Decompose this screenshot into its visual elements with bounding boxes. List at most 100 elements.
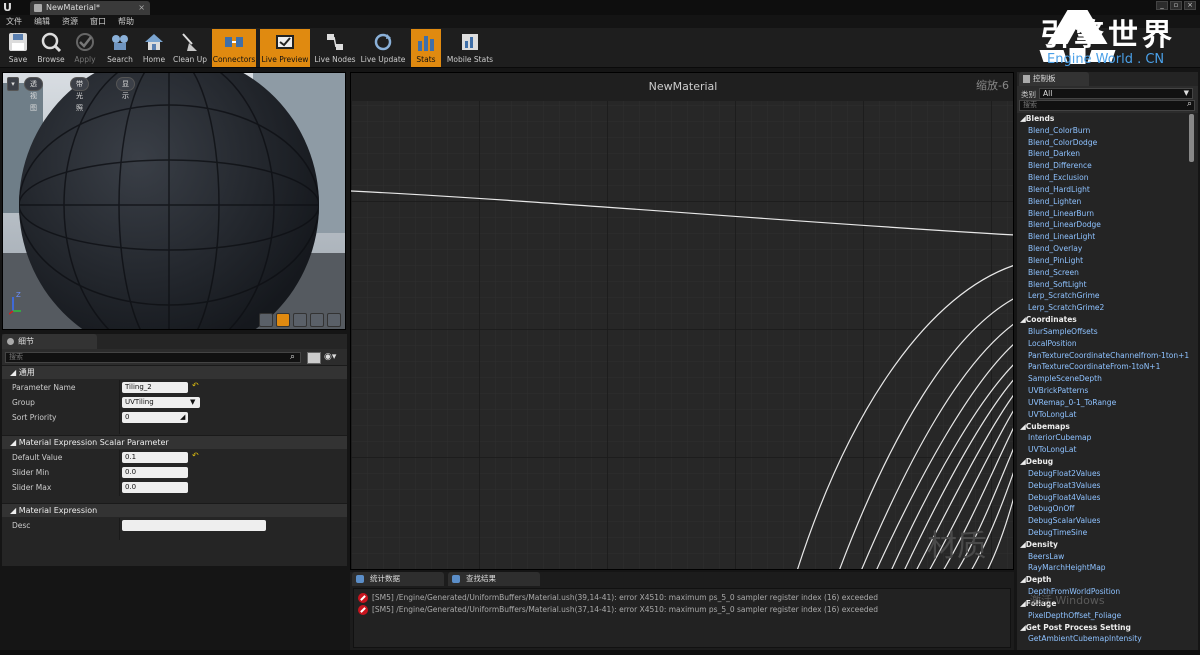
palette-item[interactable]: Blend_LinearLight [1017, 231, 1189, 243]
palette-item[interactable]: SampleSceneDepth [1017, 373, 1189, 385]
palette-item[interactable]: PanTextureCoordinateChannelfrom-1ton+1 [1017, 350, 1189, 362]
menu-window[interactable]: 窗口 [84, 15, 112, 28]
home-button[interactable]: Home [140, 29, 168, 67]
search-button[interactable]: Search [104, 29, 136, 67]
palette-item[interactable]: BlurSampleOffsets [1017, 326, 1189, 338]
palette-item[interactable]: DebugFloat4Values [1017, 492, 1189, 504]
reset-arrow-icon[interactable]: ↶ [192, 451, 199, 460]
live-preview-button[interactable]: Live Preview [260, 29, 310, 67]
desc-input[interactable] [122, 520, 266, 531]
tab-stats[interactable]: 统计数据 [352, 572, 444, 586]
menu-edit[interactable]: 编辑 [28, 15, 56, 28]
palette-category[interactable]: ◢Depth [1017, 574, 1189, 586]
palette-search-input[interactable]: 搜索 ⌕ [1019, 100, 1195, 111]
details-search-input[interactable]: 搜索 [5, 352, 301, 363]
section-general[interactable]: ◢ 通用 [2, 365, 347, 379]
details-tab[interactable]: 细节 [2, 334, 97, 349]
apply-button[interactable]: Apply [70, 29, 100, 67]
palette-item[interactable]: Blend_HardLight [1017, 184, 1189, 196]
material-graph-canvas[interactable]: NewMaterial 缩放-6 材质 [350, 72, 1014, 570]
visibility-eye-icon[interactable]: ◉▾ [324, 352, 344, 364]
lit-button[interactable]: 带光照 [70, 77, 89, 112]
activate-windows-overlay: 激活 Windows [1030, 594, 1105, 607]
palette-item[interactable]: DebugFloat3Values [1017, 480, 1189, 492]
live-update-button[interactable]: Live Update [360, 29, 406, 67]
palette-category[interactable]: ◢Cubemaps [1017, 421, 1189, 433]
section-scalar-parameter[interactable]: ◢ Material Expression Scalar Parameter [2, 435, 347, 449]
material-preview-viewport[interactable]: ▾ 透视图 带光照 显示 Z [2, 72, 346, 330]
palette-item[interactable]: Blend_SoftLight [1017, 279, 1189, 291]
cube-preview-icon[interactable] [310, 313, 324, 327]
palette-item[interactable]: DebugScalarValues [1017, 515, 1189, 527]
reset-arrow-icon[interactable]: ↶ [192, 381, 199, 390]
palette-item[interactable]: Blend_LinearBurn [1017, 208, 1189, 220]
browse-button[interactable]: Browse [36, 29, 66, 67]
connectors-button[interactable]: Connectors [212, 29, 256, 67]
live-preview-icon [274, 31, 296, 53]
close-tab-icon[interactable]: × [138, 1, 145, 15]
sort-priority-input[interactable]: 0 [122, 412, 188, 423]
stats-button[interactable]: Stats [411, 29, 441, 67]
palette-category[interactable]: ◢Get Post Process Setting [1017, 622, 1189, 634]
palette-item[interactable]: UVBrickPatterns [1017, 385, 1189, 397]
unreal-logo-icon[interactable]: U [3, 1, 17, 14]
category-select[interactable]: All ▼ [1039, 88, 1193, 99]
custom-mesh-preview-icon[interactable] [327, 313, 341, 327]
palette-item[interactable]: Lerp_ScratchGrime2 [1017, 302, 1189, 314]
palette-item[interactable]: LocalPosition [1017, 338, 1189, 350]
palette-item[interactable]: PanTextureCoordinateFrom-1toN+1 [1017, 361, 1189, 373]
tab-find-results[interactable]: 查找结果 [448, 572, 540, 586]
palette-item[interactable]: Blend_ColorBurn [1017, 125, 1189, 137]
palette-item[interactable]: Blend_LinearDodge [1017, 219, 1189, 231]
palette-item[interactable]: InteriorCubemap [1017, 432, 1189, 444]
palette-item[interactable]: Blend_Darken [1017, 148, 1189, 160]
section-material-expression[interactable]: ◢ Material Expression [2, 503, 347, 517]
slider-max-input[interactable]: 0.0 [122, 482, 188, 493]
palette-category[interactable]: ◢Blends [1017, 113, 1189, 125]
palette-item[interactable]: BeersLaw [1017, 551, 1189, 563]
graph-watermark: 材质 [927, 529, 987, 564]
palette-item[interactable]: Blend_ColorDodge [1017, 137, 1189, 149]
show-button[interactable]: 显示 [116, 77, 135, 100]
menu-asset[interactable]: 资源 [56, 15, 84, 28]
palette-item[interactable]: UVToLongLat [1017, 444, 1189, 456]
palette-item[interactable]: Lerp_ScratchGrime [1017, 290, 1189, 302]
menu-help[interactable]: 帮助 [112, 15, 140, 28]
sphere-preview-icon[interactable] [276, 313, 290, 327]
document-tab[interactable]: NewMaterial* × [30, 1, 150, 15]
palette-item[interactable]: UVToLongLat [1017, 409, 1189, 421]
palette-item[interactable]: Blend_Overlay [1017, 243, 1189, 255]
cylinder-preview-icon[interactable] [259, 313, 273, 327]
clean-up-button[interactable]: Clean Up [172, 29, 208, 67]
save-button[interactable]: Save [4, 29, 32, 67]
slider-max-label: Slider Max [12, 483, 52, 492]
live-nodes-button[interactable]: Live Nodes [314, 29, 356, 67]
palette-category[interactable]: ◢Coordinates [1017, 314, 1189, 326]
palette-category[interactable]: ◢Density [1017, 539, 1189, 551]
parameter-name-input[interactable]: Tiling_2 [122, 382, 188, 393]
palette-item[interactable]: Blend_Exclusion [1017, 172, 1189, 184]
default-value-input[interactable]: 0.1 [122, 452, 188, 463]
palette-item[interactable]: Blend_PinLight [1017, 255, 1189, 267]
palette-category[interactable]: ◢Debug [1017, 456, 1189, 468]
plane-preview-icon[interactable] [293, 313, 307, 327]
palette-item[interactable]: Blend_Lighten [1017, 196, 1189, 208]
palette-item[interactable]: Blend_Difference [1017, 160, 1189, 172]
palette-item[interactable]: Blend_Screen [1017, 267, 1189, 279]
palette-item[interactable]: PixelDepthOffset_Foliage [1017, 610, 1189, 622]
mobile-stats-button[interactable]: Mobile Stats [446, 29, 494, 67]
slider-min-input[interactable]: 0.0 [122, 467, 188, 478]
perspective-button[interactable]: 透视图 [24, 77, 43, 112]
property-matrix-icon[interactable] [307, 352, 321, 364]
palette-tab[interactable]: 控制板 [1019, 72, 1089, 86]
menu-file[interactable]: 文件 [0, 15, 28, 28]
group-select[interactable]: UVTiling [122, 397, 200, 408]
palette-item[interactable]: DebugOnOff [1017, 503, 1189, 515]
palette-item[interactable]: DebugFloat2Values [1017, 468, 1189, 480]
viewport-options-chevron-icon[interactable]: ▾ [7, 77, 19, 91]
palette-item[interactable]: DebugTimeSine [1017, 527, 1189, 539]
palette-item[interactable]: RayMarchHeightMap [1017, 562, 1189, 574]
palette-item[interactable]: UVRemap_0-1_ToRange [1017, 397, 1189, 409]
palette-scrollbar[interactable] [1189, 114, 1194, 162]
palette-item[interactable]: GetAmbientCubemapIntensity [1017, 633, 1189, 645]
